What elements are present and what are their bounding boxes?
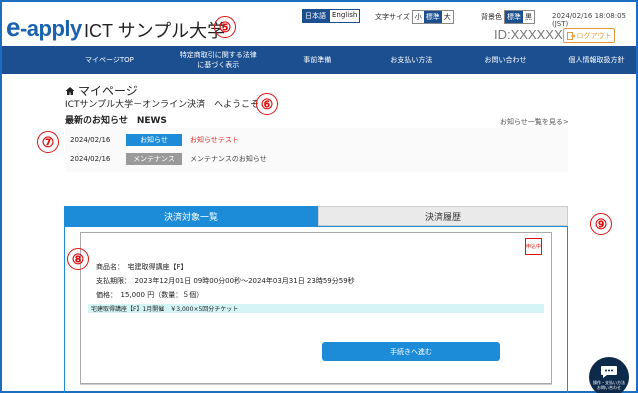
tab-payment-targets[interactable]: 決済対象一覧 bbox=[64, 206, 318, 226]
logout-icon bbox=[566, 31, 575, 40]
nav-tokushoho[interactable]: 特定商取引に関する法律 に基づく表示 bbox=[169, 50, 268, 70]
news-date: 2024/02/16 bbox=[70, 155, 111, 163]
bg-black[interactable]: 黒 bbox=[523, 11, 534, 23]
marker-9: ⑨ bbox=[590, 213, 612, 235]
marker-8: ⑧ bbox=[67, 248, 89, 270]
news-list-link[interactable]: お知らせ一覧を見る> bbox=[500, 117, 569, 127]
logout-label: ログアウト bbox=[576, 31, 612, 40]
tab-payment-history[interactable]: 決済履歴 bbox=[318, 206, 568, 226]
proceed-button[interactable]: 手続きへ進む bbox=[322, 342, 500, 361]
news-title-link[interactable]: お知らせテスト bbox=[190, 135, 239, 145]
news-date: 2024/02/16 bbox=[70, 136, 111, 144]
university-name: ICT サンプル大学 bbox=[84, 21, 226, 41]
background-color-control: 背景色 標準 黒 bbox=[481, 10, 535, 24]
bg-color-label: 背景色 bbox=[481, 13, 502, 21]
ticket-info: 宅建取得講座【F】1月開催 ￥3,000×5回分チケット bbox=[88, 304, 544, 313]
nav-contact[interactable]: お問い合わせ bbox=[471, 55, 540, 65]
welcome-message: ICTサンプル大学－オンライン決済 へようこそ bbox=[65, 100, 260, 110]
home-icon bbox=[65, 86, 75, 95]
status-badge: 申込中 bbox=[525, 238, 542, 255]
language-switch: 日本語 English bbox=[302, 9, 361, 23]
user-id: ID:XXXXXX bbox=[494, 27, 563, 42]
chat-support-button[interactable]: 操作・支払い方法 お問い合わせ bbox=[589, 357, 629, 393]
main-nav: マイページTOP 特定商取引に関する法律 に基づく表示 事前準備 お支払い方法 … bbox=[2, 46, 636, 74]
nav-privacy[interactable]: 個人情報取扱方針 bbox=[557, 55, 636, 65]
font-size-large[interactable]: 大 bbox=[442, 11, 453, 23]
news-item: 2024/02/16 お知らせ お知らせテスト bbox=[70, 134, 239, 146]
news-heading: 最新のお知らせ NEWS bbox=[65, 116, 167, 126]
item-price: 価格： 15,000 円（数量：５個） bbox=[96, 291, 204, 299]
news-tag: メンテナンス bbox=[126, 153, 182, 165]
marker-6: ⑥ bbox=[256, 93, 278, 115]
chat-bubble-icon bbox=[601, 365, 617, 378]
news-title-link[interactable]: メンテナンスのお知らせ bbox=[190, 154, 267, 164]
item-deadline: 支払期限： 2023年12月01日 09時00分00秒～2024年03月31日 … bbox=[96, 277, 355, 285]
nav-preparation[interactable]: 事前準備 bbox=[288, 55, 347, 65]
logout-button[interactable]: ログアウト bbox=[563, 28, 615, 43]
divider bbox=[80, 384, 552, 385]
marker-5: ⑤ bbox=[214, 16, 236, 38]
font-size-standard[interactable]: 標準 bbox=[423, 11, 442, 23]
bg-standard[interactable]: 標準 bbox=[505, 11, 523, 23]
font-size-label: 文字サイズ bbox=[375, 13, 410, 21]
news-item: 2024/02/16 メンテナンス メンテナンスのお知らせ bbox=[70, 153, 267, 165]
item-name: 商品名： 宅建取得講座【F】 bbox=[96, 263, 188, 271]
current-datetime: 2024/02/16 18:08:05 (JST) bbox=[552, 12, 627, 28]
chat-label: 操作・支払い方法 お問い合わせ bbox=[593, 379, 625, 390]
e-apply-logo[interactable]: e-apply bbox=[6, 12, 82, 43]
lang-japanese[interactable]: 日本語 bbox=[302, 9, 329, 23]
nav-mypage-top[interactable]: マイページTOP bbox=[70, 55, 149, 65]
nav-payment-method[interactable]: お支払い方法 bbox=[377, 55, 446, 65]
news-tag: お知らせ bbox=[126, 134, 182, 146]
lang-english[interactable]: English bbox=[329, 9, 361, 23]
font-size-control: 文字サイズ 小 標準 大 bbox=[375, 10, 454, 24]
font-size-small[interactable]: 小 bbox=[413, 11, 424, 23]
marker-7: ⑦ bbox=[37, 131, 59, 153]
